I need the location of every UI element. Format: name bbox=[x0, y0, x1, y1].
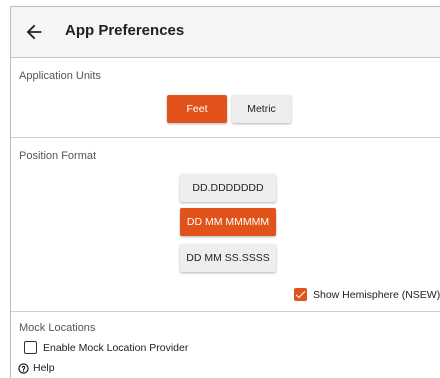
page-title: App Preferences bbox=[65, 22, 185, 39]
section-divider bbox=[11, 311, 440, 312]
hemisphere-checkbox[interactable] bbox=[294, 288, 307, 301]
mock-section-label: Mock Locations bbox=[19, 322, 96, 334]
position-section-label: Position Format bbox=[19, 150, 97, 162]
help-link[interactable]: Help bbox=[33, 362, 55, 374]
format-ddmm-button[interactable]: DD MM MMMMM bbox=[180, 208, 276, 236]
app-bar: App Preferences bbox=[11, 7, 440, 58]
section-divider bbox=[11, 137, 440, 138]
mock-location-label: Enable Mock Location Provider bbox=[43, 342, 189, 354]
format-dd-button[interactable]: DD.DDDDDDD bbox=[180, 174, 276, 202]
units-section-label: Application Units bbox=[19, 70, 101, 82]
feet-button[interactable]: Feet bbox=[167, 95, 227, 123]
mock-location-checkbox[interactable] bbox=[24, 341, 37, 354]
arrow-left-icon[interactable] bbox=[23, 21, 45, 43]
check-icon bbox=[295, 291, 306, 299]
help-circle-icon[interactable] bbox=[18, 363, 29, 374]
format-ddmmss-button[interactable]: DD MM SS.SSSS bbox=[180, 244, 276, 272]
metric-button[interactable]: Metric bbox=[232, 95, 291, 123]
preferences-window: App Preferences Application Units Feet M… bbox=[10, 6, 440, 378]
hemisphere-label: Show Hemisphere (NSEW) bbox=[313, 289, 440, 301]
